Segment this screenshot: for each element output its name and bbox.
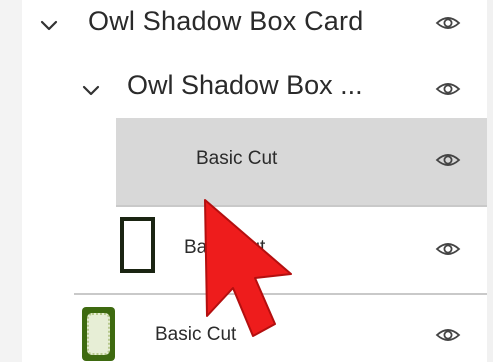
layer-item-basic-cut-selected[interactable]: Basic Cut [116, 118, 487, 205]
eye-icon[interactable] [435, 81, 461, 97]
eye-icon[interactable] [435, 327, 461, 343]
panel-left-edge [0, 0, 22, 362]
eye-icon[interactable] [435, 152, 461, 168]
layer-label: Basic Cut [196, 148, 278, 169]
chevron-down-icon[interactable] [40, 20, 58, 32]
eye-icon[interactable] [435, 241, 461, 257]
layer-label: Owl Shadow Box ... [127, 70, 363, 100]
eye-icon[interactable] [435, 15, 461, 31]
layer-group-owl-shadow-box[interactable]: Owl Shadow Box ... [22, 56, 487, 118]
panel-scrollbar-track[interactable] [487, 0, 493, 362]
layer-group-owl-shadow-box-card[interactable]: Owl Shadow Box Card [22, 0, 487, 50]
layer-label: Owl Shadow Box Card [88, 6, 364, 36]
thumbnail-inner [87, 313, 110, 355]
pointer-arrow-icon [204, 199, 292, 337]
layers-panel: Owl Shadow Box Card Owl Shadow Box ... B… [0, 0, 493, 362]
green-frame-thumbnail [82, 307, 115, 361]
dark-frame-thumbnail [120, 217, 155, 273]
chevron-down-icon[interactable] [82, 85, 100, 97]
